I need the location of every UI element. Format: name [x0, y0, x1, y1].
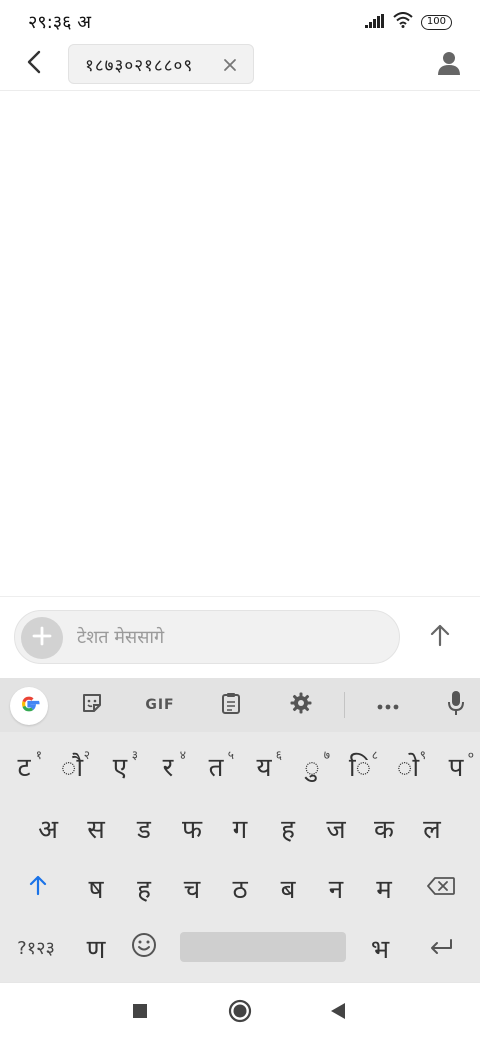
- navigation-bar: [0, 982, 480, 1040]
- gif-button[interactable]: GIF: [144, 691, 176, 719]
- comma-key[interactable]: ण: [72, 918, 120, 978]
- backspace-icon: [426, 873, 456, 903]
- keyboard-toolbar: GIF: [0, 678, 480, 732]
- more-button[interactable]: [372, 691, 404, 719]
- key[interactable]: ग: [216, 798, 264, 858]
- contact-button[interactable]: [432, 48, 466, 82]
- battery-indicator: 100: [420, 14, 452, 30]
- key[interactable]: म: [360, 858, 408, 918]
- chevron-left-icon: [26, 50, 42, 78]
- key[interactable]: र४: [144, 736, 192, 796]
- key[interactable]: क: [360, 798, 408, 858]
- circle-icon: [228, 999, 252, 1027]
- person-icon: [438, 51, 460, 79]
- key[interactable]: ष: [72, 858, 120, 918]
- key[interactable]: ट१: [0, 736, 48, 796]
- key[interactable]: ल: [408, 798, 456, 858]
- wifi-icon: [393, 12, 413, 32]
- plus-icon: [32, 626, 52, 650]
- microphone-icon: [447, 690, 465, 720]
- return-arrow-icon: [428, 933, 454, 963]
- google-g-icon: [17, 692, 41, 720]
- key[interactable]: अ: [24, 798, 72, 858]
- clipboard-icon: [220, 691, 242, 719]
- back-nav-button[interactable]: [322, 997, 354, 1029]
- clipboard-button[interactable]: [215, 691, 247, 719]
- voice-input-button[interactable]: [440, 691, 472, 719]
- toolbar-divider: [344, 692, 345, 718]
- key[interactable]: त५: [192, 736, 240, 796]
- shift-arrow-icon: [28, 873, 48, 903]
- compose-field: [14, 610, 400, 664]
- triangle-back-icon: [330, 1002, 346, 1024]
- key[interactable]: फ: [168, 798, 216, 858]
- period-key[interactable]: भ: [356, 918, 404, 978]
- status-icons: 100: [364, 12, 452, 32]
- gear-icon: [289, 691, 313, 719]
- compose-bar: [0, 596, 480, 678]
- enter-key[interactable]: [416, 918, 466, 978]
- recipient-number: १८७३०२१८८०९: [85, 55, 194, 76]
- space-key[interactable]: [180, 932, 346, 962]
- key[interactable]: ह: [264, 798, 312, 858]
- key[interactable]: ु ७: [288, 736, 336, 796]
- symbols-key[interactable]: ?१२३: [4, 918, 68, 978]
- recents-button[interactable]: [124, 997, 156, 1029]
- conversation-header: १८७३०२१८८०९: [0, 40, 480, 91]
- more-dots-icon: [376, 696, 400, 715]
- gif-label: GIF: [145, 697, 175, 713]
- key[interactable]: ड: [120, 798, 168, 858]
- keyboard-row-2: अ स ड फ ग ह ज क ल: [0, 798, 480, 858]
- backspace-key[interactable]: [416, 858, 466, 918]
- signal-icon: [364, 13, 385, 32]
- emoji-key[interactable]: [120, 918, 168, 978]
- key[interactable]: ठ: [216, 858, 264, 918]
- square-icon: [132, 1003, 148, 1023]
- key[interactable]: ह: [120, 858, 168, 918]
- key[interactable]: ज: [312, 798, 360, 858]
- key[interactable]: न: [312, 858, 360, 918]
- shift-key[interactable]: [14, 858, 62, 918]
- back-button[interactable]: [18, 48, 50, 80]
- key[interactable]: प०: [432, 736, 480, 796]
- recipient-chip[interactable]: १८७३०२१८८०९: [68, 44, 254, 84]
- settings-button[interactable]: [285, 691, 317, 719]
- close-icon[interactable]: [221, 56, 239, 74]
- keyboard: GIF ट १ ौ २ ए ३ र ४ त ५ य ६ ु ७ ि ८ ो ९ …: [0, 678, 480, 982]
- status-bar: २९:३६ अ 100: [0, 0, 480, 40]
- google-button[interactable]: [10, 687, 48, 725]
- keyboard-row-4: ?१२३ ण भ: [0, 918, 480, 978]
- key[interactable]: य६: [240, 736, 288, 796]
- keyboard-row-3: ष ह च ठ ब न म: [0, 858, 480, 918]
- status-time: २९:३६ अ: [28, 12, 91, 33]
- key[interactable]: ो ९: [384, 736, 432, 796]
- key[interactable]: ए३: [96, 736, 144, 796]
- key[interactable]: च: [168, 858, 216, 918]
- sticker-icon: [80, 691, 104, 719]
- add-attachment-button[interactable]: [21, 617, 63, 659]
- key[interactable]: ौ २: [48, 736, 96, 796]
- key[interactable]: स: [72, 798, 120, 858]
- sticker-button[interactable]: [76, 691, 108, 719]
- keyboard-row-1: ट१ ौ २ ए३ र४ त५ य६ ु ७ ि ८ ो ९ प०: [0, 736, 480, 796]
- home-button[interactable]: [224, 997, 256, 1029]
- smiley-icon: [131, 932, 157, 965]
- key[interactable]: ब: [264, 858, 312, 918]
- message-list: [0, 91, 480, 596]
- send-button[interactable]: [420, 617, 460, 657]
- message-input[interactable]: [77, 623, 377, 651]
- key[interactable]: ि ८: [336, 736, 384, 796]
- arrow-up-icon: [429, 623, 451, 651]
